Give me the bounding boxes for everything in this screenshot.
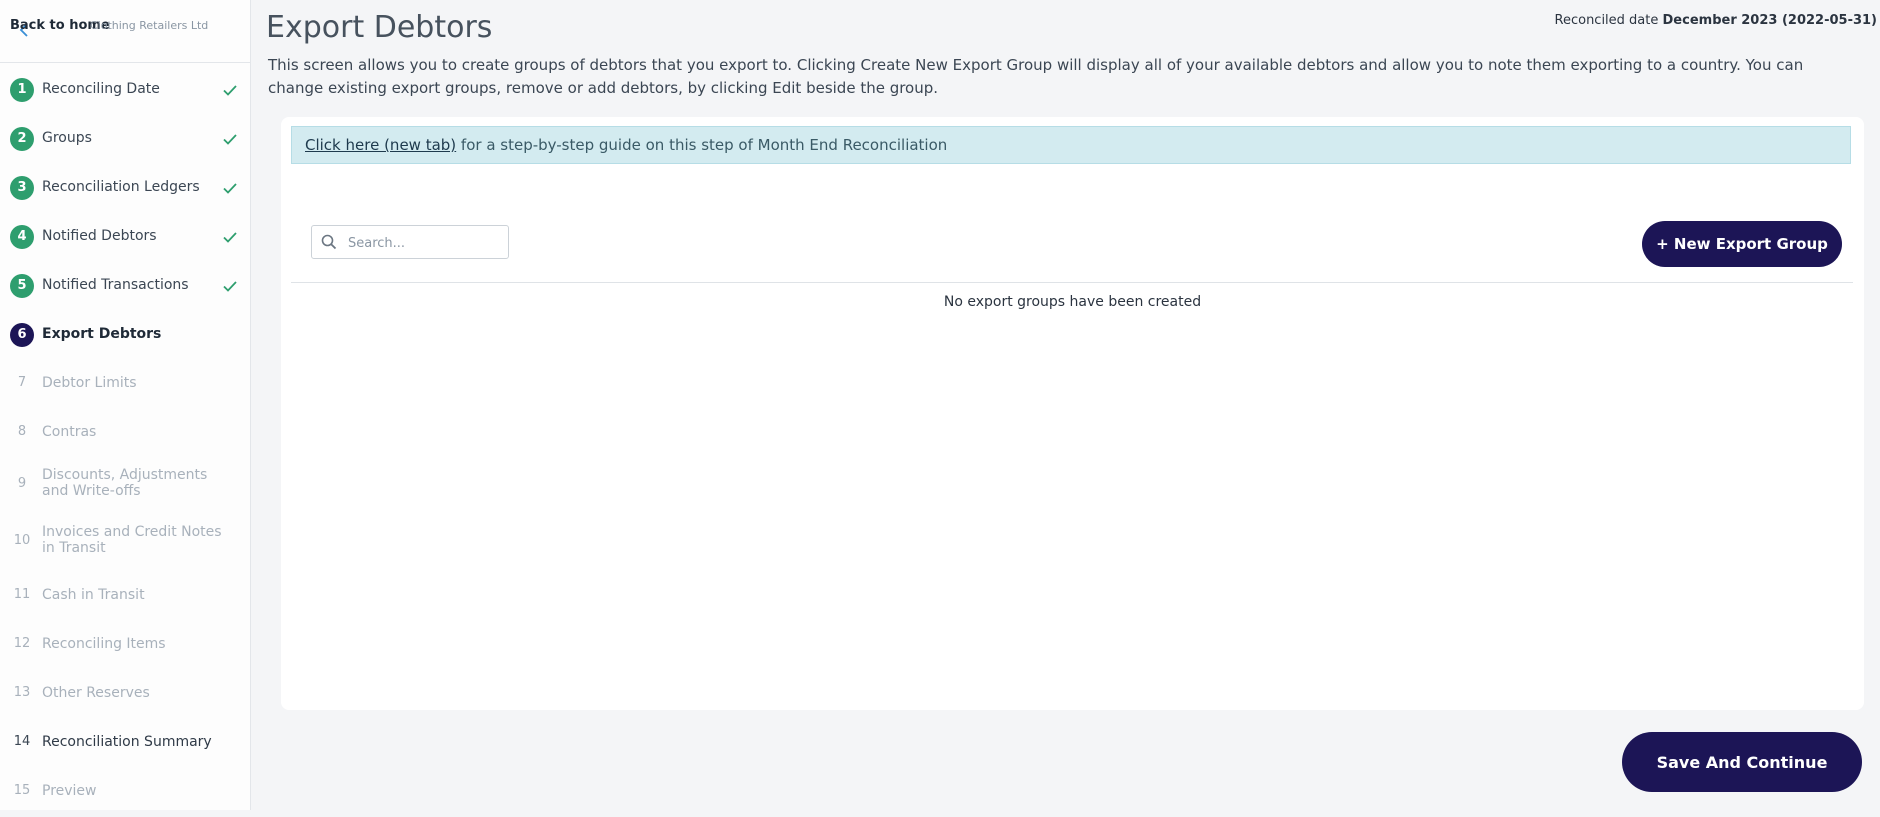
step-item-7: 7 Debtor Limits (0, 360, 250, 409)
step-label: Debtor Limits (42, 375, 137, 391)
reconciled-date-label: Reconciled date (1554, 13, 1659, 28)
step-number: 13 (13, 685, 31, 700)
step-number-badge: 2 (10, 127, 34, 151)
company-name: Clothing Retailers Ltd (90, 19, 209, 32)
guide-link[interactable]: Click here (new tab) (305, 136, 456, 154)
step-number: 8 (17, 424, 27, 439)
step-item-3[interactable]: 3 Reconciliation Ledgers (0, 164, 250, 213)
step-item-4[interactable]: 4 Notified Debtors (0, 213, 250, 262)
divider (291, 282, 1853, 283)
step-item-11: 11 Cash in Transit (0, 572, 250, 621)
step-item-10: 10 Invoices and Credit Notes in Transit (0, 515, 250, 572)
search-box[interactable] (311, 225, 509, 259)
page-title: Export Debtors (266, 10, 493, 45)
step-number: 14 (13, 734, 31, 749)
step-label: Other Reserves (42, 685, 150, 701)
step-label: Reconciling Date (42, 81, 160, 97)
checkmark-icon (223, 183, 237, 194)
step-item-14[interactable]: 14 Reconciliation Summary (0, 719, 250, 768)
checkmark-icon (223, 281, 237, 292)
step-label: Contras (42, 424, 97, 440)
step-item-2[interactable]: 2 Groups (0, 115, 250, 164)
reconciled-date: Reconciled date December 2023 (2022-05-3… (1555, 13, 1877, 28)
search-input[interactable] (346, 232, 505, 254)
step-item-1[interactable]: 1 Reconciling Date (0, 66, 250, 115)
step-number-badge: 6 (10, 323, 34, 347)
step-label: Reconciliation Ledgers (42, 179, 200, 195)
new-export-group-button[interactable]: + New Export Group (1642, 221, 1842, 267)
step-number: 15 (13, 783, 31, 798)
empty-state-message: No export groups have been created (943, 294, 1202, 310)
step-label: Invoices and Credit Notes in Transit (42, 524, 222, 556)
step-item-5[interactable]: 5 Notified Transactions (0, 262, 250, 311)
step-label: Notified Debtors (42, 228, 157, 244)
step-label: Reconciliation Summary (42, 734, 212, 750)
reconciled-date-value: December 2023 (2022-05-31) (1662, 13, 1877, 28)
step-number-badge: 3 (10, 176, 34, 200)
step-label: Cash in Transit (42, 587, 145, 603)
step-label: Discounts, Adjustments and Write-offs (42, 467, 208, 499)
step-number-badge: 1 (10, 78, 34, 102)
step-item-8: 8 Contras (0, 409, 250, 458)
step-number: 11 (13, 587, 31, 602)
step-item-9: 9 Discounts, Adjustments and Write-offs (0, 458, 250, 515)
step-item-12: 12 Reconciling Items (0, 621, 250, 670)
back-row: Back to home Clothing Retailers Ltd (0, 0, 250, 63)
checkmark-icon (223, 134, 237, 145)
step-number: 10 (13, 533, 31, 548)
step-label: Notified Transactions (42, 277, 189, 293)
guide-banner: Click here (new tab) for a step-by-step … (291, 126, 1851, 164)
checkmark-icon (223, 232, 237, 243)
page-description: This screen allows you to create groups … (268, 56, 1804, 97)
checkmark-icon (223, 85, 237, 96)
step-number: 7 (17, 375, 27, 390)
export-groups-card: Click here (new tab) for a step-by-step … (281, 117, 1864, 710)
step-label: Groups (42, 130, 92, 146)
step-label: Reconciling Items (42, 636, 166, 652)
step-item-6[interactable]: 6 Export Debtors (0, 311, 250, 360)
step-label: Preview (42, 783, 97, 799)
step-number-badge: 5 (10, 274, 34, 298)
search-icon (321, 234, 337, 250)
step-number-badge: 4 (10, 225, 34, 249)
step-item-13: 13 Other Reserves (0, 670, 250, 719)
step-list: 1 Reconciling Date 2 Groups 3 Reconciliation … (0, 66, 250, 817)
step-number: 9 (17, 476, 27, 491)
save-and-continue-button[interactable]: Save And Continue (1622, 732, 1862, 792)
step-number: 12 (13, 636, 31, 651)
sidebar: Back to home Clothing Retailers Ltd 1 Rec… (0, 0, 251, 810)
guide-text: for a step-by-step guide on this step of… (456, 136, 948, 154)
step-label: Export Debtors (42, 326, 162, 342)
